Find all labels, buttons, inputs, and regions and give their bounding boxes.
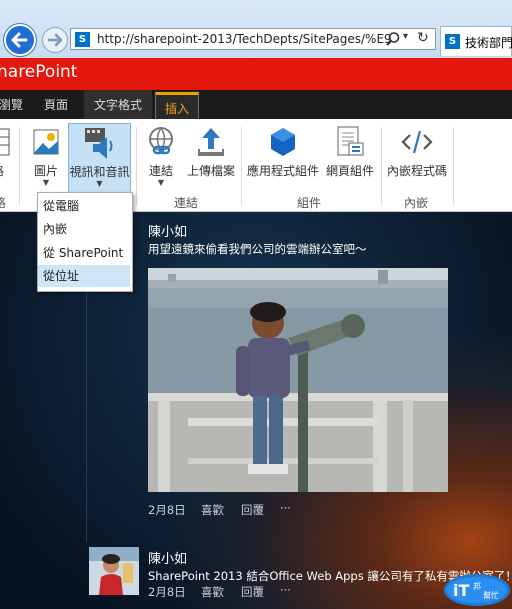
- code-icon: [401, 130, 433, 154]
- forward-button[interactable]: [42, 27, 68, 53]
- avatar-image: [89, 547, 139, 595]
- group-separator: [241, 127, 242, 205]
- post-author[interactable]: 陳小如: [148, 548, 187, 567]
- chevron-down-icon[interactable]: ▾: [403, 31, 408, 42]
- reply-link[interactable]: 回覆: [241, 584, 264, 600]
- group-label-links: 連結: [174, 196, 199, 210]
- like-link[interactable]: 喜歡: [201, 584, 224, 600]
- post-text: 用望遠鏡來偷看我們公司的雲端辦公室吧～: [148, 242, 367, 256]
- group-separator: [19, 127, 20, 205]
- ribbon-tabs: 瀏覽 頁面 文字格式 插入: [0, 90, 512, 120]
- group-label-parts: 組件: [297, 196, 322, 210]
- menu-item-from-address[interactable]: 從位址: [38, 265, 130, 287]
- web-part-icon: [337, 126, 364, 156]
- video-audio-menu: 從電腦 內嵌 從 SharePoint 從位址: [37, 192, 133, 292]
- post-author[interactable]: 陳小如: [148, 221, 187, 240]
- chevron-down-icon: ▼: [42, 178, 50, 187]
- video-audio-icon: [84, 128, 112, 159]
- tab-browse[interactable]: 瀏覽: [0, 90, 28, 119]
- brand-title[interactable]: harePoint: [0, 62, 77, 82]
- group-separator: [136, 127, 137, 205]
- menu-item-from-computer[interactable]: 從電腦: [38, 195, 130, 217]
- table-icon: [0, 128, 10, 156]
- svg-text:幫忙: 幫忙: [483, 590, 499, 600]
- tab-insert[interactable]: 插入: [155, 92, 199, 120]
- refresh-icon[interactable]: ↻: [417, 30, 429, 46]
- search-icon[interactable]: [385, 31, 401, 47]
- group-separator: [453, 127, 454, 205]
- picture-icon: [33, 129, 59, 155]
- browser-tab[interactable]: S 技術部門: [440, 26, 512, 56]
- menu-item-embed[interactable]: 內嵌: [38, 218, 130, 240]
- app-part-icon: [271, 128, 295, 156]
- more-options-icon[interactable]: ···: [280, 583, 291, 597]
- arrow-left-icon: [11, 32, 28, 48]
- chevron-down-icon: ▼: [157, 178, 165, 187]
- menu-item-from-sharepoint[interactable]: 從 SharePoint: [38, 242, 130, 264]
- group-label-embed: 內嵌: [404, 196, 429, 210]
- arrow-right-icon: [47, 33, 63, 47]
- sharepoint-favicon-icon: S: [75, 32, 90, 47]
- group-label-table: 格: [0, 196, 7, 210]
- address-bar[interactable]: S http://sharepoint-2013/TechDepts/SiteP…: [70, 28, 436, 50]
- tab-title: 技術部門: [465, 36, 512, 50]
- ithome-logo: iT 邦 幫忙: [444, 574, 510, 606]
- web-part-button[interactable]: 網頁組件: [322, 123, 378, 209]
- group-separator: [381, 127, 382, 205]
- post-date[interactable]: 2月8日: [148, 584, 186, 600]
- address-url[interactable]: http://sharepoint-2013/TechDepts/SitePag…: [97, 32, 392, 46]
- chevron-down-icon: ▼: [96, 179, 103, 188]
- svg-text:iT: iT: [453, 581, 469, 600]
- telescope-photo-image: [148, 268, 448, 492]
- tab-format-text[interactable]: 文字格式: [84, 90, 152, 119]
- avatar[interactable]: [89, 547, 139, 595]
- browser-toolbar: S http://sharepoint-2013/TechDepts/SiteP…: [0, 0, 512, 59]
- like-link[interactable]: 喜歡: [201, 502, 224, 518]
- svg-text:邦: 邦: [473, 581, 481, 591]
- upload-icon: [198, 128, 224, 156]
- more-options-icon[interactable]: ···: [280, 501, 291, 515]
- post-photo[interactable]: [148, 268, 448, 492]
- reply-link[interactable]: 回覆: [241, 502, 264, 518]
- sharepoint-favicon-icon: S: [445, 34, 460, 49]
- post-date[interactable]: 2月8日: [148, 502, 186, 518]
- link-icon: [149, 127, 173, 155]
- tab-page[interactable]: 頁面: [36, 90, 76, 119]
- back-button[interactable]: [4, 24, 36, 56]
- suite-bar: harePoint: [0, 58, 512, 90]
